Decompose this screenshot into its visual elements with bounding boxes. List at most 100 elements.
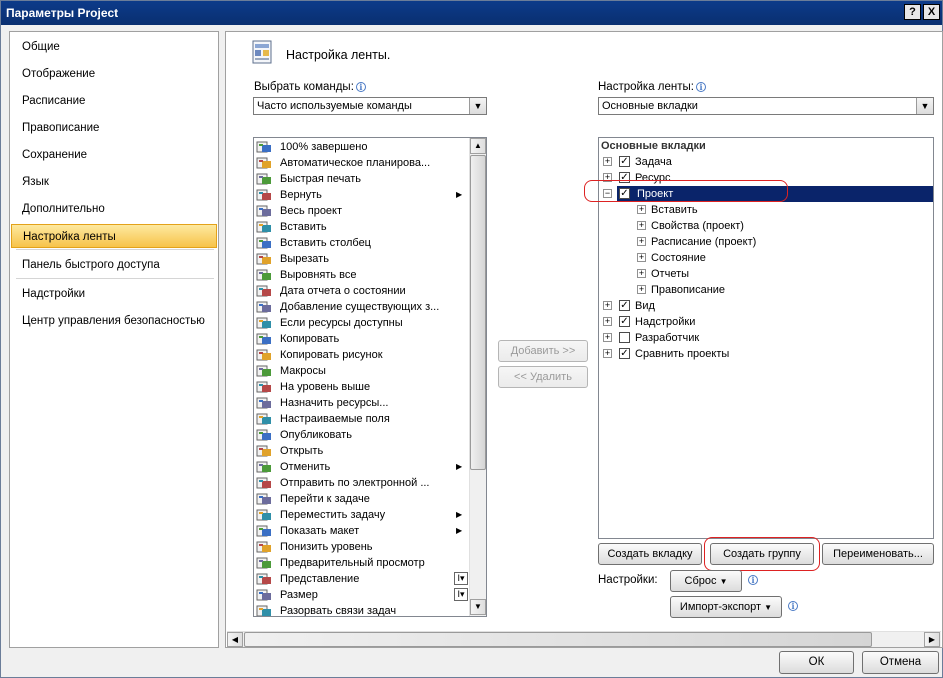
info-icon: i (355, 82, 366, 92)
nav-item[interactable]: Панель быстрого доступа (11, 253, 217, 277)
chevron-down-icon[interactable]: ▼ (916, 98, 933, 114)
command-item[interactable]: Добавление существующих з... (254, 299, 470, 315)
nav-item[interactable]: Правописание (11, 116, 217, 140)
new-tab-button[interactable]: Создать вкладку (598, 543, 702, 565)
add-button[interactable]: Добавить >> (498, 340, 588, 362)
ribbon-tree-label: Состояние (651, 252, 706, 264)
command-item[interactable]: Представление I▾ (254, 571, 470, 587)
checkbox-icon[interactable] (619, 332, 630, 343)
ribbon-tree-item[interactable]: + ✓ Надстройки (599, 314, 933, 330)
command-item[interactable]: Настраиваемые поля (254, 411, 470, 427)
scroll-left-icon[interactable]: ◀ (227, 632, 243, 647)
command-item[interactable]: На уровень выше (254, 379, 470, 395)
expand-icon[interactable]: + (637, 237, 646, 246)
command-item[interactable]: Макросы (254, 363, 470, 379)
expand-icon[interactable]: + (637, 221, 646, 230)
nav-item[interactable]: Расписание (11, 89, 217, 113)
ribbon-tree-item[interactable]: + ✓ Вид (599, 298, 933, 314)
command-item[interactable]: Отменить ▶ (254, 459, 470, 475)
nav-item[interactable]: Язык (11, 170, 217, 194)
chevron-down-icon[interactable]: ▼ (469, 98, 486, 114)
scroll-thumb[interactable] (470, 155, 486, 470)
help-button[interactable]: ? (904, 4, 921, 20)
ribbon-tree-item[interactable]: + Отчеты (599, 266, 933, 282)
commands-scrollbar[interactable]: ▲ ▼ (469, 138, 486, 616)
outdent-icon (256, 381, 271, 393)
command-item[interactable]: Вернуть ▶ (254, 187, 470, 203)
import-export-button[interactable]: Импорт-экспорт ▼ (670, 596, 782, 618)
checkbox-icon[interactable]: ✓ (619, 156, 630, 167)
command-item[interactable]: Предварительный просмотр (254, 555, 470, 571)
command-item[interactable]: Понизить уровень (254, 539, 470, 555)
nav-item[interactable]: Сохранение (11, 143, 217, 167)
remove-button[interactable]: << Удалить (498, 366, 588, 388)
nav-item[interactable]: Общие (11, 35, 217, 59)
command-label: Переместить задачу (280, 509, 386, 521)
command-item[interactable]: Весь проект (254, 203, 470, 219)
command-item[interactable]: Копировать рисунок (254, 347, 470, 363)
command-item[interactable]: Дата отчета о состоянии (254, 283, 470, 299)
command-item[interactable]: Открыть (254, 443, 470, 459)
scroll-thumb-horizontal[interactable] (244, 632, 872, 647)
ribbon-tree-label: Надстройки (635, 316, 696, 328)
checkbox-icon[interactable]: ✓ (619, 300, 630, 311)
ribbon-tree-item[interactable]: + Состояние (599, 250, 933, 266)
open-icon (256, 445, 271, 457)
cancel-button[interactable]: Отмена (862, 651, 939, 674)
checkbox-icon[interactable]: ✓ (619, 316, 630, 327)
command-item[interactable]: Отправить по электронной ... (254, 475, 470, 491)
expand-icon[interactable]: + (603, 157, 612, 166)
nav-item[interactable]: Настройка ленты (11, 224, 217, 248)
ribbon-tree-label: Отчеты (651, 268, 690, 280)
checkbox-icon[interactable]: ✓ (619, 348, 630, 359)
expand-icon[interactable]: + (603, 349, 612, 358)
horizontal-scrollbar[interactable]: ◀ ▶ (227, 631, 941, 647)
command-item[interactable]: Опубликовать (254, 427, 470, 443)
ribbon-tabs-combo[interactable]: Основные вкладки ▼ (598, 97, 934, 115)
command-item[interactable]: Быстрая печать (254, 171, 470, 187)
scroll-down-icon[interactable]: ▼ (470, 599, 486, 615)
reset-button[interactable]: Сброс ▼ (670, 570, 742, 592)
command-item[interactable]: Вырезать (254, 251, 470, 267)
command-item[interactable]: Назначить ресурсы... (254, 395, 470, 411)
expand-icon[interactable]: + (637, 285, 646, 294)
commands-list[interactable]: Разорвать связи задач Размер I▾ Представлен… (253, 137, 487, 617)
command-item[interactable]: Вставить (254, 219, 470, 235)
nav-item[interactable]: Центр управления безопасностью (11, 309, 217, 333)
command-item[interactable]: Автоматическое планирова... (254, 155, 470, 171)
ribbon-tree-item[interactable]: + Свойства (проект) (599, 218, 933, 234)
ribbon-tree-item[interactable]: + Разработчик (599, 330, 933, 346)
ribbon-tree-item[interactable]: + Правописание (599, 282, 933, 298)
command-item[interactable]: Копировать (254, 331, 470, 347)
command-item[interactable]: Разорвать связи задач (254, 603, 470, 616)
expand-icon[interactable]: + (637, 269, 646, 278)
ok-button[interactable]: ОК (779, 651, 854, 674)
nav-item[interactable]: Дополнительно (11, 197, 217, 221)
close-button[interactable]: X (923, 4, 940, 20)
command-item[interactable]: Размер I▾ (254, 587, 470, 603)
command-item[interactable]: Выровнять все (254, 267, 470, 283)
ribbon-tree-item[interactable]: + Вставить (599, 202, 933, 218)
import-export-label: Импорт-экспорт (679, 601, 762, 613)
command-item[interactable]: Переместить задачу ▶ (254, 507, 470, 523)
ribbon-tree-item[interactable]: + Расписание (проект) (599, 234, 933, 250)
ribbon-tree-item[interactable]: + ✓ Задача (599, 154, 933, 170)
nav-item[interactable]: Отображение (11, 62, 217, 86)
command-item[interactable]: Если ресурсы доступны (254, 315, 470, 331)
expand-icon[interactable]: + (637, 253, 646, 262)
scroll-up-icon[interactable]: ▲ (470, 138, 486, 154)
expand-icon[interactable]: + (603, 317, 612, 326)
expand-icon[interactable]: + (637, 205, 646, 214)
command-item[interactable]: Перейти к задаче (254, 491, 470, 507)
nav-item[interactable]: Надстройки (11, 282, 217, 306)
command-item[interactable]: Вставить столбец (254, 235, 470, 251)
submenu-arrow-icon: ▶ (456, 510, 463, 519)
expand-icon[interactable]: + (603, 301, 612, 310)
rename-button[interactable]: Переименовать... (822, 543, 934, 565)
scroll-right-icon[interactable]: ▶ (924, 632, 940, 647)
expand-icon[interactable]: + (603, 333, 612, 342)
choose-commands-combo[interactable]: Часто используемые команды ▼ (253, 97, 487, 115)
command-item[interactable]: 100% завершено (254, 139, 470, 155)
ribbon-tree-item[interactable]: + ✓ Сравнить проекты (599, 346, 933, 362)
command-item[interactable]: Показать макет ▶ (254, 523, 470, 539)
